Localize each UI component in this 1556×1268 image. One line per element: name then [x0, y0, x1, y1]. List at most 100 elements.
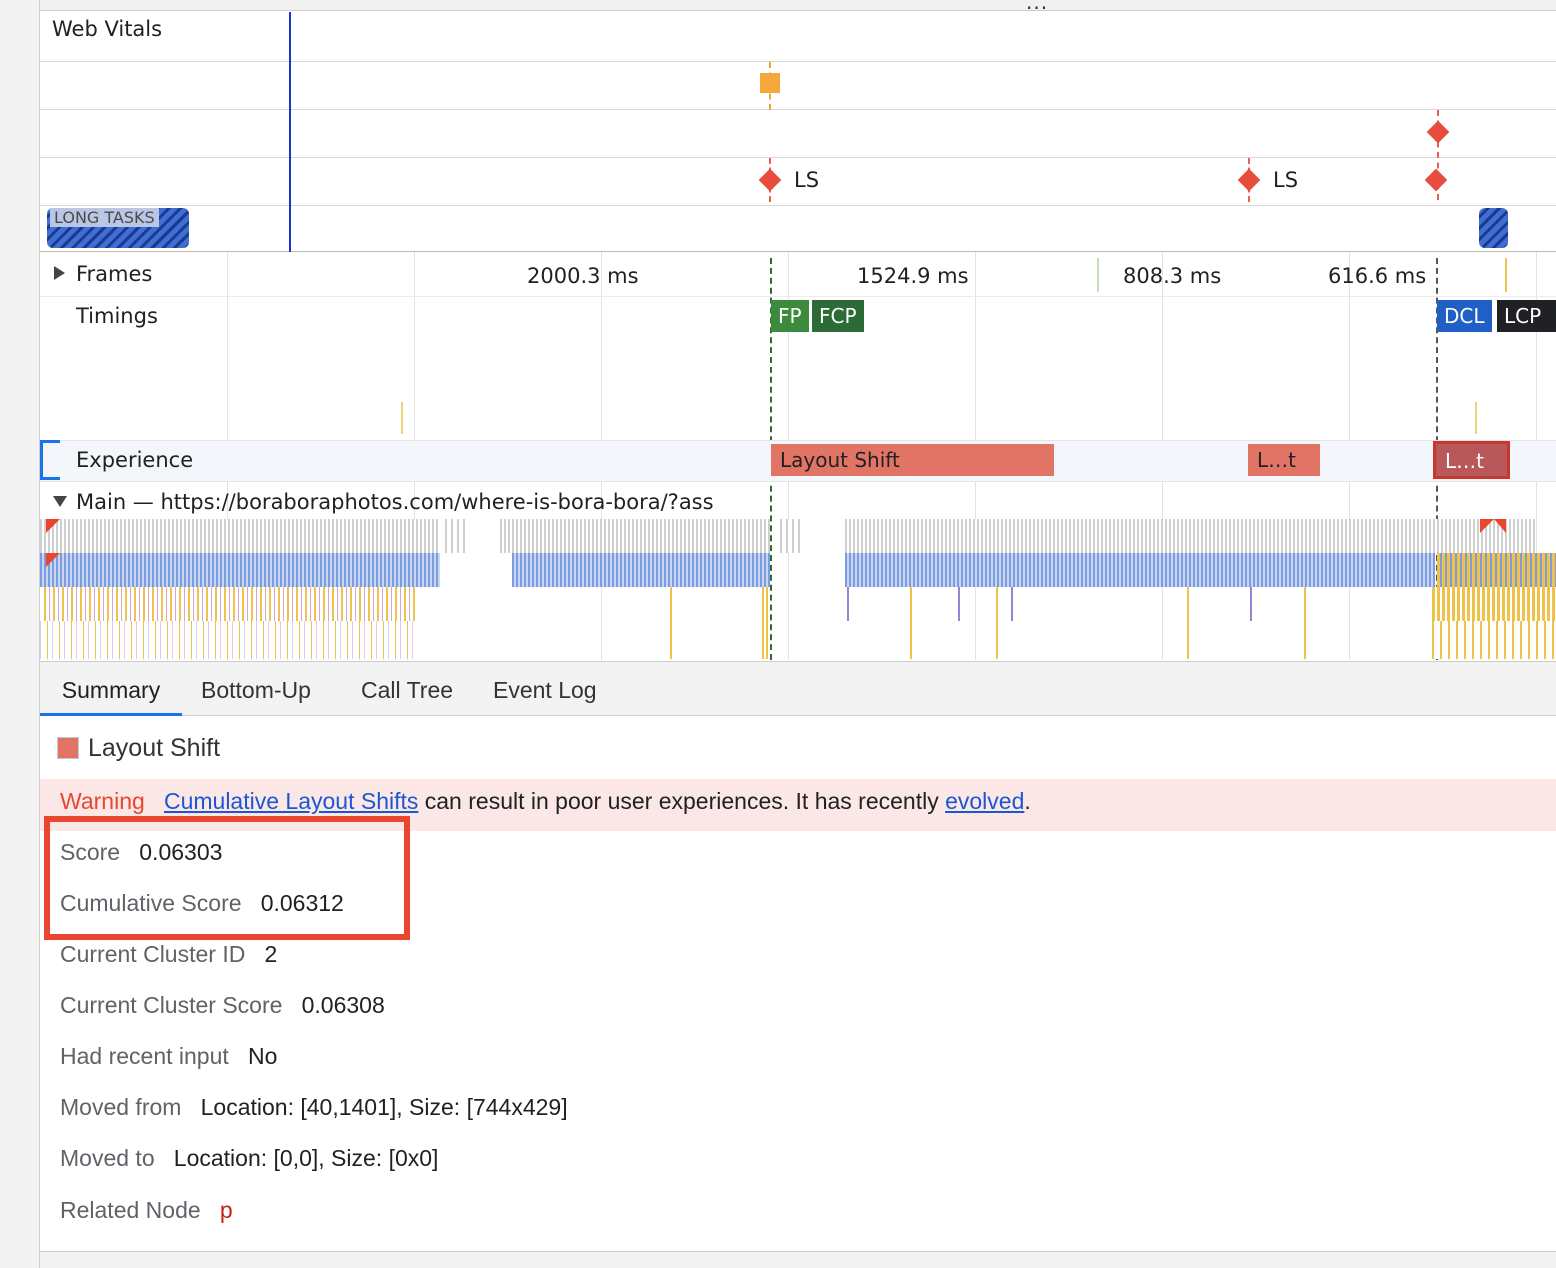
web-vitals-label: Web Vitals [52, 17, 163, 41]
warning-end: . [1024, 788, 1031, 814]
tab-call-tree[interactable]: Call Tree [361, 662, 453, 716]
flame-tick [847, 587, 849, 621]
frame-marker [1505, 258, 1507, 292]
fcp-chip[interactable]: FCP [812, 300, 864, 332]
moved-to-key: Moved to [60, 1145, 155, 1171]
flame-tick [670, 587, 672, 659]
frame-duration[interactable]: 1524.9 ms [857, 264, 969, 288]
layout-shift-bar[interactable]: Layout Shift [771, 444, 1054, 476]
ls-marker-label: LS [1273, 168, 1299, 192]
timeline-cursor [289, 12, 291, 252]
cls-link[interactable]: Cumulative Layout Shifts [164, 788, 418, 814]
fp-chip[interactable]: FP [771, 300, 809, 332]
warning-message: Warning Cumulative Layout Shifts can res… [60, 788, 1031, 815]
bottom-bar [40, 1252, 1556, 1268]
evolved-link[interactable]: evolved [945, 788, 1024, 814]
related-node-key: Related Node [60, 1197, 201, 1223]
frame-duration[interactable]: 616.6 ms [1328, 264, 1426, 288]
flame-row-function[interactable] [44, 587, 416, 621]
track-divider [40, 296, 1556, 297]
top-resize-bar[interactable] [40, 0, 1556, 11]
warning-label: Warning [60, 788, 145, 814]
flame-row-task[interactable] [845, 519, 1535, 553]
flame-tick [910, 587, 912, 659]
long-tasks-label: LONG TASKS [50, 208, 159, 227]
flame-row-function[interactable] [40, 621, 416, 659]
experience-label: Experience [76, 448, 194, 472]
cluster-score-value: 0.06308 [301, 992, 385, 1018]
moved-to-row: Moved to Location: [0,0], Size: [0x0] [60, 1145, 438, 1172]
long-task-bar[interactable] [1479, 208, 1508, 248]
flame-row-task[interactable] [500, 519, 770, 553]
recent-input-value: No [247, 1043, 278, 1069]
cluster-id-row: Current Cluster ID 2 [60, 941, 277, 968]
moved-from-value: Location: [40,1401], Size: [744x429] [200, 1094, 568, 1120]
ls-marker-label: LS [794, 168, 820, 192]
timings-label: Timings [76, 304, 158, 328]
flame-tick [1011, 587, 1013, 621]
frames-expand-arrow-icon[interactable] [54, 266, 65, 280]
frame-duration[interactable]: 2000.3 ms [527, 264, 639, 288]
flame-row-task[interactable] [445, 519, 467, 553]
tab-event-log[interactable]: Event Log [493, 662, 597, 716]
flame-row-script[interactable] [845, 553, 1435, 587]
long-task-flag-icon [46, 519, 60, 533]
dcl-chip[interactable]: DCL [1437, 300, 1492, 332]
cluster-score-row: Current Cluster Score 0.06308 [60, 992, 385, 1019]
flame-tick [1304, 587, 1306, 659]
track-divider [40, 61, 1556, 62]
warning-text: can result in poor user experiences. It … [424, 788, 939, 814]
layout-shift-color-swatch [57, 737, 79, 759]
tab-summary[interactable]: Summary [40, 662, 182, 716]
frames-label[interactable]: Frames [76, 262, 152, 286]
ls-diamond-marker[interactable] [1237, 168, 1261, 192]
timing-tick [401, 402, 403, 434]
flame-tick [996, 587, 998, 659]
frame-marker [1097, 258, 1099, 292]
cluster-score-key: Current Cluster Score [60, 992, 283, 1018]
moved-from-row: Moved from Location: [40,1401], Size: [7… [60, 1094, 568, 1121]
flame-row-script[interactable] [512, 553, 770, 587]
moved-to-value: Location: [0,0], Size: [0x0] [173, 1145, 439, 1171]
layout-shift-bar-selected[interactable]: L…t [1433, 441, 1510, 479]
frame-duration[interactable]: 808.3 ms [1123, 264, 1221, 288]
flame-tick [762, 587, 770, 659]
layout-shift-bar[interactable]: L…t [1248, 444, 1320, 476]
flame-row-script[interactable] [1437, 553, 1556, 587]
lcp-diamond-marker[interactable] [1426, 120, 1450, 144]
highlight-annotation-box [44, 816, 410, 940]
resize-handle-dots[interactable]: ... [1026, 0, 1048, 14]
recent-input-row: Had recent input No [60, 1043, 277, 1070]
flame-row-task[interactable] [40, 519, 440, 553]
moved-from-key: Moved from [60, 1094, 182, 1120]
long-task-flag-icon [1480, 519, 1494, 533]
track-divider [40, 157, 1556, 158]
flame-tick [1250, 587, 1252, 621]
track-divider [40, 109, 1556, 110]
main-collapse-arrow-icon[interactable] [53, 496, 67, 507]
flame-row-task[interactable] [780, 519, 802, 553]
main-thread-label[interactable]: Main — https://boraboraphotos.com/where-… [76, 490, 714, 514]
flame-tick [1187, 587, 1189, 659]
long-task-flag-icon [46, 553, 60, 567]
ls-diamond-marker[interactable] [758, 168, 782, 192]
related-node-row: Related Node p [60, 1197, 233, 1224]
tab-bottom-up[interactable]: Bottom-Up [201, 662, 311, 716]
recent-input-key: Had recent input [60, 1043, 229, 1069]
long-task-flag-icon [1494, 519, 1506, 533]
fcp-square-marker[interactable] [760, 73, 780, 93]
track-divider [40, 251, 1556, 252]
related-node-link[interactable]: p [220, 1197, 233, 1223]
timing-tick [1475, 402, 1477, 434]
summary-title: Layout Shift [88, 734, 221, 762]
cluster-id-key: Current Cluster ID [60, 941, 246, 967]
ls-diamond-marker[interactable] [1424, 168, 1448, 192]
flame-row-function[interactable] [1432, 621, 1556, 659]
track-selection-bracket [40, 440, 60, 480]
lcp-chip[interactable]: LCP [1497, 300, 1556, 332]
cluster-id-value: 2 [264, 941, 278, 967]
flame-row-script[interactable] [40, 553, 440, 587]
left-gutter [0, 0, 40, 1268]
flame-row-function[interactable] [1432, 587, 1556, 621]
track-divider [40, 205, 1556, 206]
